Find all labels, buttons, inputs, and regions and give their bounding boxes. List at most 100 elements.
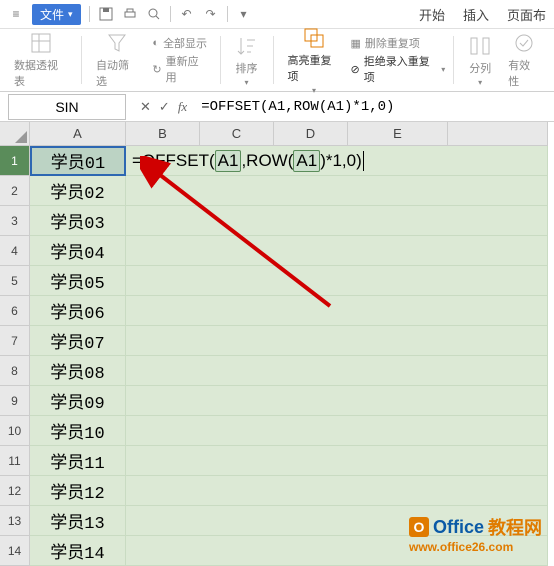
- print-preview-icon[interactable]: [146, 6, 162, 22]
- cell[interactable]: 学员02: [30, 176, 126, 206]
- row-header[interactable]: 2: [0, 176, 30, 206]
- row-header[interactable]: 11: [0, 446, 30, 476]
- formula-part: )*1,0): [320, 151, 362, 171]
- cell[interactable]: 学员01: [30, 146, 126, 176]
- column-header[interactable]: A: [30, 122, 126, 146]
- reject-duplicates-label: 拒绝录入重复项: [364, 53, 437, 85]
- tab-insert[interactable]: 插入: [463, 5, 489, 24]
- column-header[interactable]: E: [348, 122, 448, 146]
- cell[interactable]: [126, 206, 548, 236]
- chevron-down-icon: ▾: [441, 65, 445, 74]
- row-header[interactable]: 3: [0, 206, 30, 236]
- cell[interactable]: 学员10: [30, 416, 126, 446]
- row-header[interactable]: 1: [0, 146, 30, 176]
- app-menu-icon[interactable]: ≡: [8, 6, 24, 22]
- row-header[interactable]: 12: [0, 476, 30, 506]
- text-cursor: [363, 151, 364, 171]
- delete-duplicates-icon: ▦: [351, 37, 361, 50]
- formula-input[interactable]: [193, 94, 554, 120]
- column-header[interactable]: B: [126, 122, 200, 146]
- name-box[interactable]: SIN: [8, 94, 126, 120]
- cell[interactable]: [126, 326, 548, 356]
- pivot-table-label: 数据透视表: [14, 57, 67, 89]
- separator: [220, 36, 221, 84]
- separator: [453, 36, 454, 84]
- separator: [170, 6, 171, 22]
- watermark: O Office教程网 www.office26.com: [409, 514, 542, 554]
- show-all-button[interactable]: ◐ 全部显示: [152, 35, 207, 51]
- name-box-value: SIN: [55, 99, 78, 115]
- cell[interactable]: [126, 416, 548, 446]
- separator: [81, 36, 82, 84]
- reject-duplicates-button[interactable]: ⊘ 拒绝录入重复项 ▾: [351, 53, 446, 85]
- delete-duplicates-button[interactable]: ▦ 删除重复项: [351, 35, 446, 51]
- row-header[interactable]: 5: [0, 266, 30, 296]
- cell[interactable]: 学员03: [30, 206, 126, 236]
- cell[interactable]: [126, 476, 548, 506]
- row-header[interactable]: 13: [0, 506, 30, 536]
- highlight-duplicates-label: 高亮重复项: [288, 52, 341, 84]
- row-header[interactable]: 7: [0, 326, 30, 356]
- cell[interactable]: 学员04: [30, 236, 126, 266]
- undo-icon[interactable]: ↶: [179, 6, 195, 22]
- cell[interactable]: [126, 356, 548, 386]
- show-all-icon: ◐: [152, 37, 159, 49]
- cell[interactable]: [126, 266, 548, 296]
- highlight-duplicates-icon: [302, 26, 326, 50]
- cell-edit-overlay[interactable]: =OFFSET(A1,ROW(A1)*1,0): [132, 147, 364, 175]
- ribbon-tabs: 开始 插入 页面布: [419, 5, 546, 24]
- cancel-formula-icon[interactable]: ✕: [140, 99, 151, 115]
- column-header[interactable]: [448, 122, 548, 146]
- show-all-label: 全部显示: [163, 35, 207, 51]
- select-all-corner[interactable]: [0, 122, 30, 146]
- save-icon[interactable]: [98, 6, 114, 22]
- row-header[interactable]: 4: [0, 236, 30, 266]
- formula-bar: SIN ✕ ✓ fx: [0, 92, 554, 122]
- cell[interactable]: [126, 296, 548, 326]
- table-row: 8学员08: [0, 356, 554, 386]
- cell-reference-token: A1: [215, 150, 242, 172]
- cell[interactable]: 学员08: [30, 356, 126, 386]
- overflow-icon[interactable]: ▾: [236, 6, 252, 22]
- watermark-brand-b: 教程网: [488, 514, 542, 540]
- fx-icon[interactable]: fx: [178, 99, 187, 115]
- row-header[interactable]: 10: [0, 416, 30, 446]
- watermark-logo-icon: O: [409, 517, 429, 537]
- autofilter-label: 自动筛选: [96, 57, 138, 89]
- text-to-columns-button[interactable]: 分列 ▾: [462, 34, 498, 87]
- autofilter-button[interactable]: 自动筛选: [90, 31, 144, 89]
- row-header[interactable]: 9: [0, 386, 30, 416]
- tab-page[interactable]: 页面布: [507, 5, 546, 24]
- print-icon[interactable]: [122, 6, 138, 22]
- column-header[interactable]: C: [200, 122, 274, 146]
- pivot-table-button[interactable]: 数据透视表: [8, 31, 73, 89]
- row-header[interactable]: 6: [0, 296, 30, 326]
- separator: [89, 6, 90, 22]
- cell[interactable]: 学员11: [30, 446, 126, 476]
- cell[interactable]: 学员06: [30, 296, 126, 326]
- validity-label: 有效性: [508, 57, 540, 89]
- cell[interactable]: 学员05: [30, 266, 126, 296]
- redo-icon[interactable]: ↷: [203, 6, 219, 22]
- row-header[interactable]: 8: [0, 356, 30, 386]
- cell[interactable]: [126, 176, 548, 206]
- cell[interactable]: 学员09: [30, 386, 126, 416]
- watermark-url: www.office26.com: [409, 540, 542, 554]
- row-header[interactable]: 14: [0, 536, 30, 566]
- highlight-duplicates-button[interactable]: 高亮重复项 ▾: [282, 26, 347, 95]
- cell[interactable]: [126, 386, 548, 416]
- cell[interactable]: [126, 236, 548, 266]
- column-header[interactable]: D: [274, 122, 348, 146]
- cell[interactable]: 学员07: [30, 326, 126, 356]
- cell[interactable]: 学员13: [30, 506, 126, 536]
- watermark-brand-a: Office: [433, 517, 484, 538]
- reapply-button[interactable]: ↻ 重新应用: [152, 53, 207, 85]
- sort-button[interactable]: 排序 ▾: [229, 34, 265, 87]
- tab-start[interactable]: 开始: [419, 5, 445, 24]
- cell[interactable]: 学员14: [30, 536, 126, 566]
- cell[interactable]: [126, 446, 548, 476]
- cell[interactable]: 学员12: [30, 476, 126, 506]
- file-menu[interactable]: 文件 ▾: [32, 4, 81, 25]
- validity-button[interactable]: 有效性: [502, 31, 546, 89]
- accept-formula-icon[interactable]: ✓: [159, 99, 170, 115]
